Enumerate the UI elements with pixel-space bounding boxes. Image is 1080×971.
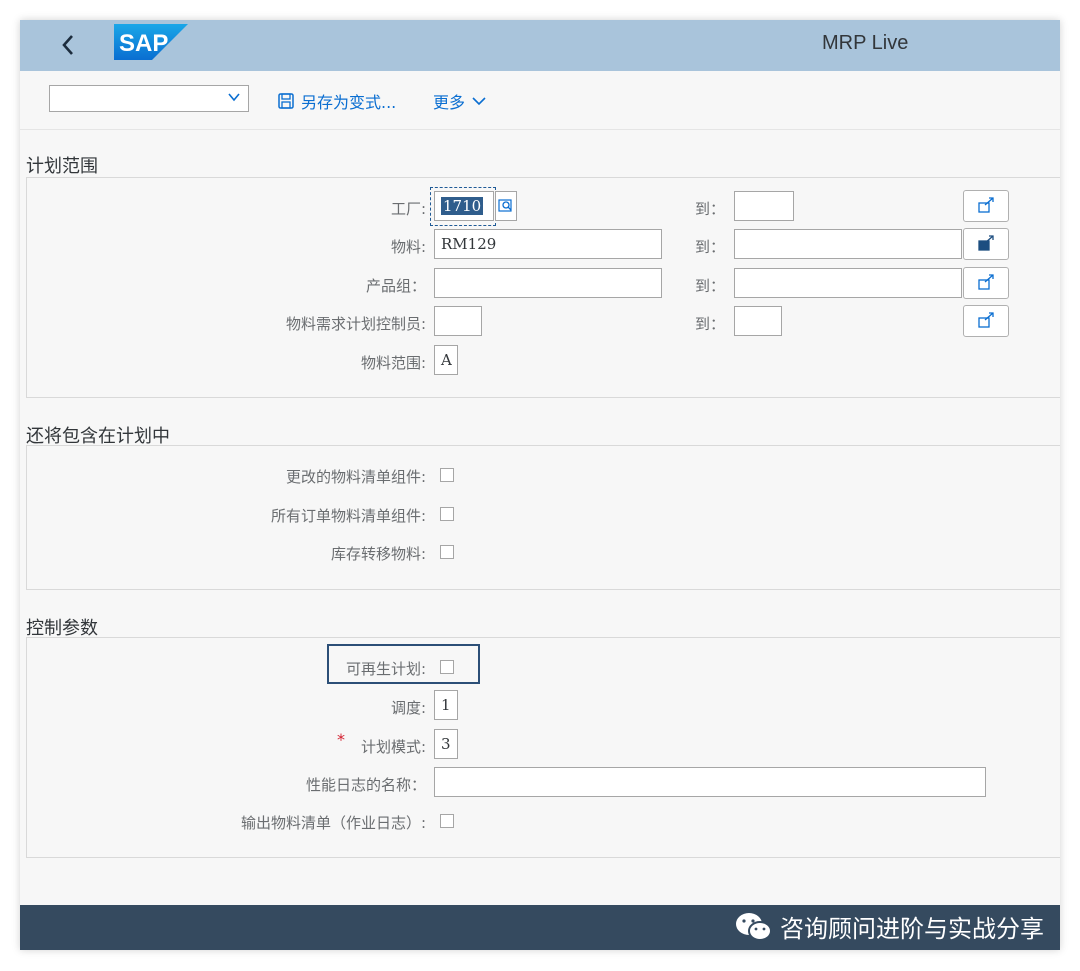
material-to-label: 到： xyxy=(695,238,726,256)
plant-to-input[interactable] xyxy=(734,191,794,221)
mrp-controller-from-input[interactable] xyxy=(434,306,482,336)
variant-select[interactable] xyxy=(49,85,249,112)
plant-from-input[interactable]: 1710 xyxy=(434,191,494,221)
save-icon xyxy=(278,93,294,109)
mrp-controller-to-label: 到： xyxy=(695,315,726,333)
save-as-variant-label: 另存为变式... xyxy=(301,93,397,112)
output-bom-checkbox[interactable] xyxy=(440,814,454,828)
output-bom-label: 输出物料清单（作业日志）: xyxy=(240,814,426,832)
changed-bom-label: 更改的物料清单组件: xyxy=(285,468,426,486)
footer-bar: 咨询顾问进阶与实战分享 xyxy=(20,905,1060,950)
also-include-panel xyxy=(26,445,1060,590)
product-group-label: 产品组： xyxy=(365,277,426,295)
regenerative-planning-checkbox[interactable] xyxy=(440,660,454,674)
toolbar: 另存为变式... 更多 xyxy=(20,71,1060,130)
changed-bom-checkbox[interactable] xyxy=(440,468,454,482)
plant-multiple-selection-button[interactable] xyxy=(963,190,1009,222)
material-scope-input[interactable]: A xyxy=(434,345,458,375)
material-label: 物料: xyxy=(390,238,426,256)
plant-to-label: 到： xyxy=(695,200,726,218)
all-order-bom-checkbox[interactable] xyxy=(440,507,454,521)
performance-log-input[interactable] xyxy=(434,767,986,797)
sap-logo: SAP xyxy=(114,24,188,60)
planning-mode-input[interactable]: 3 xyxy=(434,729,458,759)
chevron-down-icon xyxy=(228,93,240,102)
value-help-icon xyxy=(498,199,512,212)
material-multiple-selection-button[interactable] xyxy=(963,228,1009,260)
multiple-selection-active-icon xyxy=(978,235,994,251)
product-group-multiple-selection-button[interactable] xyxy=(963,267,1009,299)
planning-mode-label: 计划模式: xyxy=(360,738,426,756)
svg-text:SAP: SAP xyxy=(119,30,168,57)
stock-transfer-checkbox[interactable] xyxy=(440,545,454,559)
mrp-controller-multiple-selection-button[interactable] xyxy=(963,305,1009,337)
shell-bar: SAP MRP Live xyxy=(20,20,1060,71)
all-order-bom-label: 所有订单物料清单组件: xyxy=(270,507,426,525)
scheduling-label: 调度: xyxy=(390,699,426,717)
plant-from-value: 1710 xyxy=(441,197,484,215)
required-indicator: * xyxy=(337,730,345,749)
material-to-input[interactable] xyxy=(734,229,962,259)
chevron-down-icon xyxy=(472,97,486,106)
back-button[interactable] xyxy=(58,26,78,69)
more-menu-button[interactable]: 更多 xyxy=(433,89,487,113)
wechat-icon xyxy=(736,912,772,941)
watermark-text: 咨询顾问进阶与实战分享 xyxy=(780,915,1044,943)
multiple-selection-icon xyxy=(978,312,994,328)
scheduling-input[interactable]: 1 xyxy=(434,690,458,720)
chevron-left-icon xyxy=(62,35,73,55)
performance-log-label: 性能日志的名称： xyxy=(305,776,426,794)
section-title-planning-scope: 计划范围 xyxy=(26,156,98,177)
regenerative-planning-label: 可再生计划: xyxy=(345,660,426,678)
app-window: SAP MRP Live 另存为变式... 更多 计划范围 工厂: 1710 到… xyxy=(20,20,1060,950)
product-group-to-input[interactable] xyxy=(734,268,962,298)
mrp-controller-label: 物料需求计划控制员: xyxy=(285,315,426,333)
plant-value-help-button[interactable] xyxy=(495,191,517,221)
control-params-panel xyxy=(26,637,1060,858)
more-label: 更多 xyxy=(433,93,466,112)
multiple-selection-icon xyxy=(978,274,994,290)
app-title: MRP Live xyxy=(822,32,909,54)
product-group-to-label: 到： xyxy=(695,277,726,295)
watermark: 咨询顾问进阶与实战分享 xyxy=(734,909,1044,944)
product-group-from-input[interactable] xyxy=(434,268,662,298)
stock-transfer-label: 库存转移物料: xyxy=(330,545,426,563)
material-scope-label: 物料范围: xyxy=(360,354,426,372)
multiple-selection-icon xyxy=(978,197,994,213)
material-from-input[interactable]: RM129 xyxy=(434,229,662,259)
plant-label: 工厂: xyxy=(390,200,426,218)
save-as-variant-button[interactable]: 另存为变式... xyxy=(277,89,396,113)
mrp-controller-to-input[interactable] xyxy=(734,306,782,336)
